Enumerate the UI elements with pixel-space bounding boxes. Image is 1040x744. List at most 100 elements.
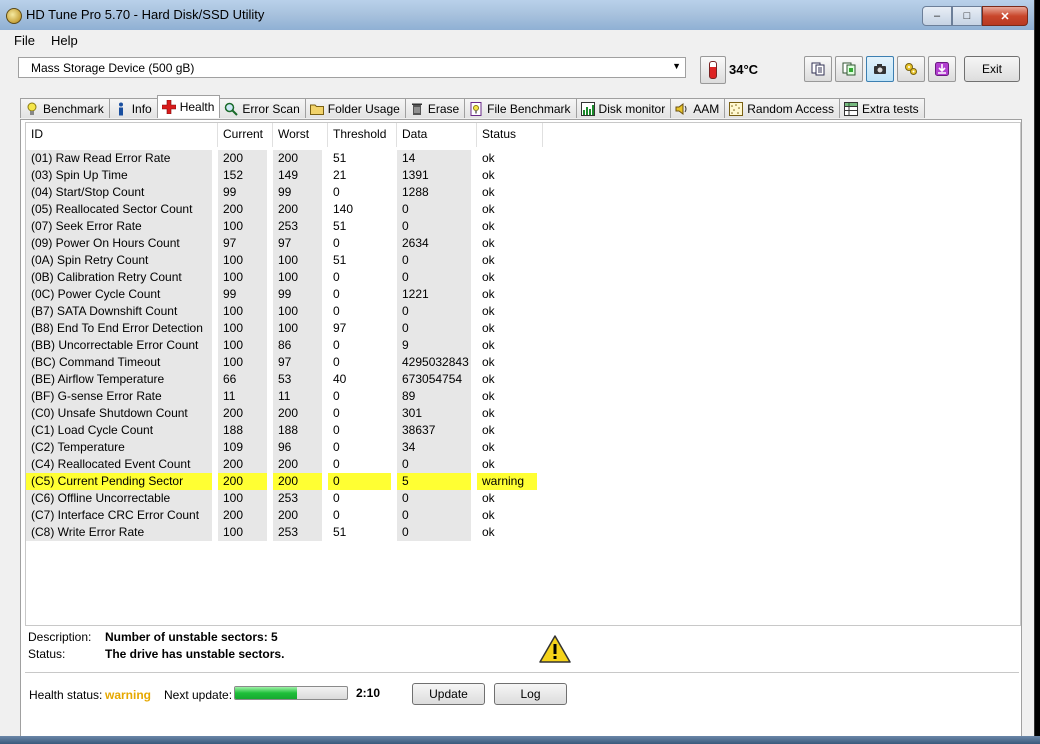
table-cell-data: 5 [397, 473, 471, 490]
tab-extra-tests[interactable]: Extra tests [838, 98, 925, 118]
table-row[interactable]: (05) Reallocated Sector Count 200 200 140 0 o… [26, 201, 543, 218]
table-cell-data: 4295032843 [397, 354, 471, 371]
download-button[interactable] [928, 56, 956, 82]
tab-label: Folder Usage [327, 101, 400, 116]
table-cell-status: ok [482, 338, 495, 352]
table-cell-threshold: 0 [333, 355, 340, 369]
table-row[interactable]: (03) Spin Up Time 152 149 21 1391 ok [26, 167, 543, 184]
table-cell-worst: 11 [273, 388, 322, 405]
table-cell-data: 2634 [397, 235, 471, 252]
table-cell-data: 1391 [397, 167, 471, 184]
menu-file[interactable]: File [6, 31, 43, 51]
table-row[interactable]: (C6) Offline Uncorrectable 100 253 0 0 ok [26, 490, 543, 507]
tab-info[interactable]: Info [108, 98, 158, 118]
table-row[interactable]: (04) Start/Stop Count 99 99 0 1288 ok [26, 184, 543, 201]
smart-attributes-table[interactable]: ID Current Worst Threshold Data Status (… [25, 122, 1021, 626]
tab-disk-monitor[interactable]: Disk monitor [575, 98, 672, 118]
column-header-data[interactable]: Data [397, 123, 477, 147]
tab-benchmark[interactable]: Benchmark [20, 98, 110, 118]
table-row[interactable]: (07) Seek Error Rate 100 253 51 0 ok [26, 218, 543, 235]
table-cell-current: 100 [218, 252, 267, 269]
device-dropdown[interactable]: Mass Storage Device (500 gB) ▼ [18, 57, 686, 78]
table-cell-data: 0 [397, 252, 471, 269]
trash-icon [411, 103, 422, 115]
table-row[interactable]: (0A) Spin Retry Count 100 100 51 0 ok [26, 252, 543, 269]
table-cell-threshold: 0 [333, 304, 340, 318]
table-cell-status: ok [482, 219, 495, 233]
table-row[interactable]: (C7) Interface CRC Error Count 200 200 0 0 ok [26, 507, 543, 524]
table-cell-worst: 200 [273, 507, 322, 524]
table-row[interactable]: (01) Raw Read Error Rate 200 200 51 14 ok [26, 150, 543, 167]
table-row[interactable]: (BE) Airflow Temperature 66 53 40 673054754 o… [26, 371, 543, 388]
table-cell-threshold: 0 [333, 457, 340, 471]
copy-screenshot-button[interactable] [835, 56, 863, 82]
table-row[interactable]: (C8) Write Error Rate 100 253 51 0 ok [26, 524, 543, 541]
table-row[interactable]: (C1) Load Cycle Count 188 188 0 38637 ok [26, 422, 543, 439]
tab-erase[interactable]: Erase [404, 98, 466, 118]
download-icon [935, 62, 949, 76]
lightbulb-icon [27, 102, 37, 115]
table-cell-worst: 99 [273, 184, 322, 201]
table-row[interactable]: (C2) Temperature 109 96 0 34 ok [26, 439, 543, 456]
table-row[interactable]: (C5) Current Pending Sector 200 200 0 5 warni… [26, 473, 543, 490]
table-cell-worst: 253 [273, 524, 322, 541]
table-cell-status: ok [482, 236, 495, 250]
table-row[interactable]: (BC) Command Timeout 100 97 0 4295032843 ok [26, 354, 543, 371]
tab-aam[interactable]: AAM [670, 98, 726, 118]
table-cell-status: ok [482, 253, 495, 267]
options-button[interactable] [897, 56, 925, 82]
screenshot-button[interactable] [866, 56, 894, 82]
status-label: Status: [28, 647, 66, 661]
maximize-button[interactable]: □ [952, 6, 982, 26]
table-cell-status: ok [482, 525, 495, 539]
tab-folder-usage[interactable]: Folder Usage [304, 98, 406, 118]
table-cell-current: 100 [218, 524, 267, 541]
table-cell-threshold: 51 [333, 525, 347, 539]
table-row[interactable]: (BB) Uncorrectable Error Count 100 86 0 9 ok [26, 337, 543, 354]
table-cell-worst: 100 [273, 252, 322, 269]
column-header-threshold[interactable]: Threshold [328, 123, 397, 147]
table-row[interactable]: (B7) SATA Downshift Count 100 100 0 0 ok [26, 303, 543, 320]
close-button[interactable]: ✕ [982, 6, 1028, 26]
column-header-worst[interactable]: Worst [273, 123, 328, 147]
column-header-current[interactable]: Current [218, 123, 273, 147]
tab-health[interactable]: Health [156, 95, 221, 118]
table-cell-worst: 188 [273, 422, 322, 439]
menu-help[interactable]: Help [43, 31, 86, 51]
table-cell-data: 0 [397, 269, 471, 286]
table-cell-current: 66 [218, 371, 267, 388]
table-cell-data: 9 [397, 337, 471, 354]
table-row[interactable]: (C0) Unsafe Shutdown Count 200 200 0 301 ok [26, 405, 543, 422]
table-cell-threshold: 51 [333, 253, 347, 267]
table-cell-data: 0 [397, 201, 471, 218]
table-cell-status: ok [482, 423, 495, 437]
table-row[interactable]: (B8) End To End Error Detection 100 100 97 0… [26, 320, 543, 337]
table-cell-threshold: 51 [333, 219, 347, 233]
table-cell-threshold: 0 [333, 236, 340, 250]
table-cell-current: 200 [218, 473, 267, 490]
tab-random-access[interactable]: Random Access [724, 98, 840, 118]
dropdown-arrow-icon[interactable]: ▼ [672, 61, 681, 71]
column-header-status[interactable]: Status [477, 123, 543, 147]
table-row[interactable]: (09) Power On Hours Count 97 97 0 2634 ok [26, 235, 543, 252]
update-button[interactable]: Update [412, 683, 485, 705]
table-cell-threshold: 140 [333, 202, 354, 216]
tab-file-benchmark[interactable]: File Benchmark [464, 98, 577, 118]
table-row[interactable]: (BF) G-sense Error Rate 11 11 0 89 ok [26, 388, 543, 405]
table-row[interactable]: (0B) Calibration Retry Count 100 100 0 0 ok [26, 269, 543, 286]
table-cell-threshold: 0 [333, 270, 340, 284]
log-button[interactable]: Log [494, 683, 567, 705]
table-cell-data: 301 [397, 405, 471, 422]
table-row[interactable]: (0C) Power Cycle Count 99 99 0 1221 ok [26, 286, 543, 303]
exit-button[interactable]: Exit [964, 56, 1020, 82]
minimize-button[interactable]: – [922, 6, 952, 26]
table-cell-id: (BC) Command Timeout [26, 354, 212, 371]
copy-text-button[interactable] [804, 56, 832, 82]
title-bar[interactable]: HD Tune Pro 5.70 - Hard Disk/SSD Utility… [0, 0, 1034, 30]
table-row[interactable]: (C4) Reallocated Event Count 200 200 0 0 ok [26, 456, 543, 473]
temperature-button[interactable] [700, 56, 726, 84]
health-panel: ID Current Worst Threshold Data Status (… [20, 119, 1022, 738]
tab-error-scan[interactable]: Error Scan [219, 98, 306, 118]
column-header-id[interactable]: ID [26, 123, 218, 147]
table-cell-current: 100 [218, 218, 267, 235]
